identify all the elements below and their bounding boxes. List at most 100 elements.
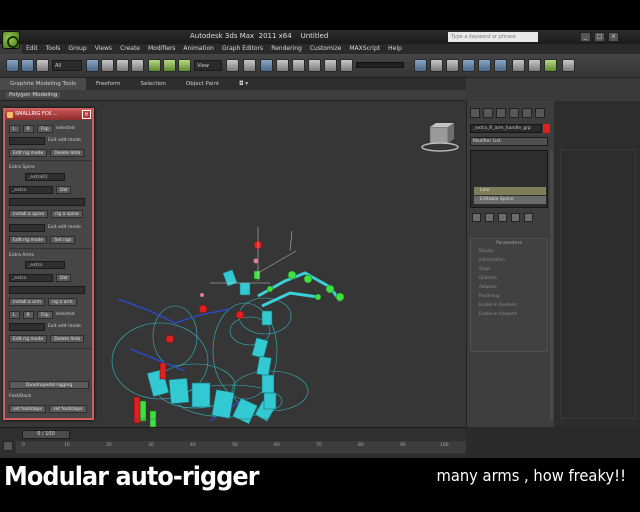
snap-icon[interactable] xyxy=(260,59,273,72)
set-footsteps-button-2[interactable]: set footsteps xyxy=(49,404,87,413)
arm-spinners[interactable] xyxy=(9,285,85,294)
percent-snap-icon[interactable] xyxy=(292,59,305,72)
render-production-icon[interactable] xyxy=(562,59,575,72)
tab-freeform[interactable]: Freeform xyxy=(86,78,131,90)
undo-icon[interactable] xyxy=(6,59,19,72)
select-manipulate-icon[interactable] xyxy=(243,59,256,72)
arm-del-button[interactable]: Del xyxy=(56,273,72,282)
named-selection-field[interactable] xyxy=(356,62,404,68)
rig-spine-button[interactable]: rig a spine xyxy=(51,209,83,218)
layer-manager-icon[interactable] xyxy=(430,59,443,72)
configure-sets-icon[interactable] xyxy=(524,213,533,222)
rect-selection-icon[interactable] xyxy=(116,59,129,72)
menu-tools[interactable]: Tools xyxy=(46,44,61,54)
menu-modifiers[interactable]: Modifiers xyxy=(148,44,175,54)
menu-graph-editors[interactable]: Graph Editors xyxy=(222,44,263,54)
reference-coord-dropdown[interactable]: View xyxy=(194,60,222,71)
redo-icon[interactable] xyxy=(21,59,34,72)
menu-edit[interactable]: Edit xyxy=(26,44,38,54)
tab-selection[interactable]: Selection xyxy=(131,78,176,90)
arm-field-2[interactable] xyxy=(9,322,45,331)
graphite-toggle-icon[interactable] xyxy=(446,59,459,72)
arm-name-field[interactable]: _extra xyxy=(25,260,65,269)
object-color-swatch[interactable] xyxy=(543,124,550,133)
set-rigs-button[interactable]: Set rigs xyxy=(50,235,76,244)
spine-select-dropdown[interactable]: _extra xyxy=(9,185,53,194)
track-bar[interactable] xyxy=(16,441,466,453)
arm-flip-button[interactable]: Flip xyxy=(36,310,53,319)
show-end-result-icon[interactable] xyxy=(485,213,494,222)
viewcube-icon[interactable] xyxy=(421,123,459,152)
exit-edit-mode-2[interactable]: Exit edit mode xyxy=(48,225,81,230)
modifier-list-dropdown[interactable]: Modifier List xyxy=(470,137,548,146)
rotate-icon[interactable] xyxy=(163,59,176,72)
stack-item-line[interactable]: Line xyxy=(474,187,546,195)
time-slider[interactable]: 0 / 100 xyxy=(22,430,70,439)
rig-panel-header[interactable]: SMALLRIG FCK ... × xyxy=(5,110,92,120)
menu-help[interactable]: Help xyxy=(388,44,402,54)
menu-rendering[interactable]: Rendering xyxy=(271,44,302,54)
menu-customize[interactable]: Customize xyxy=(310,44,342,54)
minimize-button[interactable]: _ xyxy=(580,32,591,42)
ribbon-options-button[interactable]: ◘ ▾ xyxy=(229,78,258,90)
rendered-frame-icon[interactable] xyxy=(528,59,541,72)
create-tab-icon[interactable] xyxy=(470,108,480,118)
spine-name-field[interactable]: _extra01 xyxy=(25,172,65,181)
param-line[interactable]: Steps xyxy=(471,264,547,273)
pivot-icon[interactable] xyxy=(226,59,239,72)
make-unique-icon[interactable] xyxy=(498,213,507,222)
quadrupedal-rigging-button[interactable]: Quadrupedal rigging xyxy=(9,380,89,389)
render-setup-icon[interactable] xyxy=(512,59,525,72)
right-button[interactable]: R xyxy=(22,124,34,133)
object-name-field[interactable]: _extra_R_arm_handle_grp xyxy=(470,124,542,133)
motion-tab-icon[interactable] xyxy=(509,108,519,118)
selected-checkbox[interactable]: selected xyxy=(56,126,75,131)
spinner-snap-icon[interactable] xyxy=(308,59,321,72)
scale-icon[interactable] xyxy=(178,59,191,72)
arm-l-button[interactable]: L xyxy=(9,310,20,319)
menu-group[interactable]: Group xyxy=(68,44,86,54)
align-icon[interactable] xyxy=(414,59,427,72)
stack-item-editable-spline[interactable]: Editable Spline xyxy=(474,196,546,204)
edit-rig-mode-button-1[interactable]: Edit rig mode xyxy=(9,148,48,157)
menu-create[interactable]: Create xyxy=(120,44,140,54)
angle-snap-icon[interactable] xyxy=(276,59,289,72)
edit-rig-mode-button-3[interactable]: Edit rig mode xyxy=(9,334,48,343)
mini-listener-icon[interactable] xyxy=(3,441,13,451)
param-line[interactable]: Display xyxy=(471,246,547,255)
param-line[interactable]: Enable In Renderer xyxy=(471,300,547,309)
modify-tab-icon[interactable] xyxy=(483,108,493,118)
delete-limb-button-3[interactable]: Delete limb xyxy=(50,334,85,343)
remove-modifier-icon[interactable] xyxy=(511,213,520,222)
tab-graphite-modeling-tools[interactable]: Graphite Modeling Tools xyxy=(0,78,87,90)
spine-del-button[interactable]: Del xyxy=(56,185,72,194)
polygon-modeling-panel[interactable]: Polygon Modeling xyxy=(6,92,61,98)
exit-edit-mode-3[interactable]: Exit edit mode xyxy=(48,324,81,329)
move-icon[interactable] xyxy=(148,59,161,72)
menu-maxscript[interactable]: MAXScript xyxy=(349,44,380,54)
param-line[interactable]: Interpolation xyxy=(471,255,547,264)
edit-rig-mode-button-2[interactable]: Edit rig mode xyxy=(9,235,48,244)
set-footsteps-button-1[interactable]: set footsteps xyxy=(9,404,47,413)
close-button[interactable]: × xyxy=(608,32,619,42)
param-line[interactable]: Rendering xyxy=(471,291,547,300)
schematic-view-icon[interactable] xyxy=(478,59,491,72)
menu-views[interactable]: Views xyxy=(95,44,112,54)
rig-arm-button[interactable]: rig a arm xyxy=(48,297,77,306)
window-crossing-icon[interactable] xyxy=(131,59,144,72)
app-logo-icon[interactable] xyxy=(2,31,20,49)
render-icon[interactable] xyxy=(544,59,557,72)
install-spine-button[interactable]: install a spine xyxy=(9,209,49,218)
menu-animation[interactable]: Animation xyxy=(183,44,214,54)
named-selection-icon[interactable] xyxy=(324,59,337,72)
display-tab-icon[interactable] xyxy=(522,108,532,118)
install-arm-button[interactable]: install a arm xyxy=(9,297,45,306)
hierarchy-tab-icon[interactable] xyxy=(496,108,506,118)
param-line[interactable]: Enable In Viewport xyxy=(471,309,547,318)
command-panel-scrollbar[interactable] xyxy=(550,150,553,420)
pin-stack-icon[interactable] xyxy=(472,213,481,222)
utilities-tab-icon[interactable] xyxy=(535,108,545,118)
maximize-button[interactable]: □ xyxy=(594,32,605,42)
exit-edit-mode-1[interactable]: Exit edit mode xyxy=(48,138,81,143)
rig-panel-close-button[interactable]: × xyxy=(82,110,91,119)
